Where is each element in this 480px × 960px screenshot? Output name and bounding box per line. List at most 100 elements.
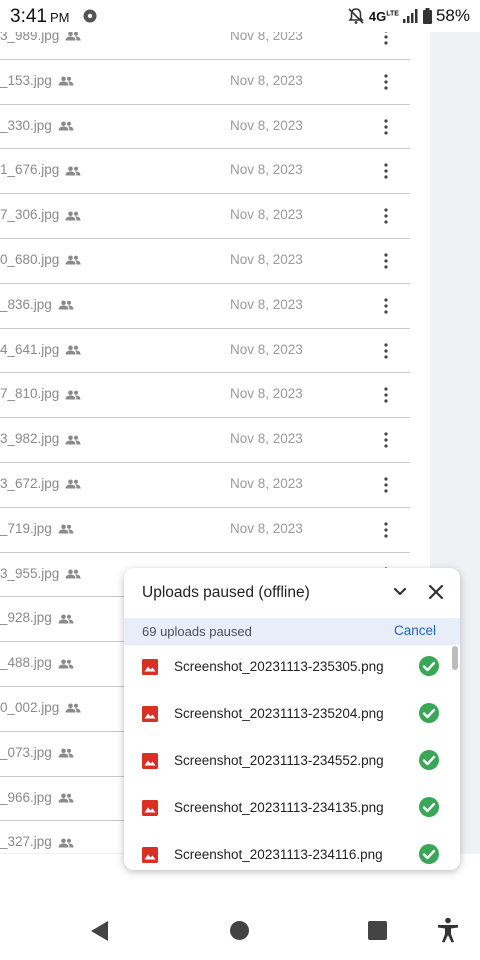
file-row[interactable]: _719.jpg Nov 8, 2023 [0,508,410,553]
upload-file-name: Screenshot_20231113-234135.png [174,800,384,815]
file-name: 4_641.jpg [0,342,81,357]
more-vert-icon[interactable] [380,430,392,450]
notifications-off-icon [348,8,364,24]
more-vert-icon[interactable] [380,161,392,181]
upload-file-name: Screenshot_20231113-235305.png [174,659,384,674]
shared-people-icon [65,390,81,400]
file-name: _153.jpg [0,73,74,88]
file-date: Nov 8, 2023 [230,476,303,491]
file-name: _488.jpg [0,655,74,670]
file-row[interactable]: 3_672.jpg Nov 8, 2023 [0,463,410,508]
file-name-text: 1_676.jpg [0,162,60,178]
more-vert-icon[interactable] [380,475,392,495]
file-name-text: 7_306.jpg [0,207,60,223]
more-vert-icon[interactable] [380,385,392,405]
network-type-sup: LTE [386,10,399,18]
file-name: _719.jpg [0,521,74,536]
upload-file-name: Screenshot_20231113-234552.png [174,753,384,768]
more-vert-icon[interactable] [380,72,392,92]
accessibility-icon[interactable] [436,917,460,943]
file-row[interactable]: 7_306.jpg Nov 8, 2023 [0,194,410,239]
file-row[interactable]: 3_982.jpg Nov 8, 2023 [0,418,410,463]
file-date: Nov 8, 2023 [230,117,303,133]
shared-people-icon [65,703,81,713]
file-name: _327.jpg [0,834,74,849]
check-circle-icon [419,750,439,770]
check-circle-icon [419,844,439,864]
upload-item[interactable]: Screenshot_20231113-235305.png [124,645,460,692]
upload-item[interactable]: Screenshot_20231113-234116.png [124,833,460,870]
file-row[interactable]: _330.jpg Nov 8, 2023 [0,105,410,150]
file-date: Nov 8, 2023 [230,341,303,357]
file-row[interactable]: 7_810.jpg Nov 8, 2023 [0,373,410,419]
file-name: 3_672.jpg [0,476,81,491]
more-vert-icon[interactable] [380,296,392,316]
file-name-text: 0_680.jpg [0,252,60,267]
file-name: 0_680.jpg [0,252,81,267]
upload-file-name: Screenshot_20231113-234116.png [174,847,383,862]
more-vert-icon[interactable] [380,251,392,271]
more-vert-icon[interactable] [380,117,392,137]
check-circle-icon [419,703,439,723]
file-name: _928.jpg [0,610,74,625]
close-icon[interactable] [426,582,446,602]
upload-status-bar: 69 uploads paused Cancel [124,618,460,645]
more-vert-icon[interactable] [380,341,392,361]
cancel-uploads-button[interactable]: Cancel [394,623,436,638]
shared-people-icon [65,435,81,445]
network-type: 4GLTE [369,9,399,24]
image-file-icon [142,706,158,722]
home-circle-icon[interactable] [230,921,249,940]
file-name-text: _073.jpg [0,744,52,760]
network-type-label: 4G [368,8,387,24]
file-row[interactable]: 4_641.jpg Nov 8, 2023 [0,329,410,374]
file-name: 7_306.jpg [0,207,81,222]
file-row[interactable]: _153.jpg Nov 8, 2023 [0,60,410,105]
file-name-text: 3_672.jpg [0,476,60,491]
back-triangle-icon[interactable] [90,920,110,942]
image-file-icon [142,800,158,816]
battery-icon [422,8,432,24]
upload-item[interactable]: Screenshot_20231113-234552.png [124,739,460,786]
file-row[interactable]: _836.jpg Nov 8, 2023 [0,284,410,329]
status-time-ampm: PM [49,10,70,25]
chevron-down-icon[interactable] [390,582,410,602]
file-date: Nov 8, 2023 [230,520,303,536]
file-date: Nov 8, 2023 [230,386,303,402]
file-date: Nov 8, 2023 [230,431,303,447]
file-name-text: _153.jpg [0,72,52,88]
status-right: 4GLTE 58% [347,6,470,26]
file-name: 0_002.jpg [0,700,81,715]
shared-people-icon [58,838,74,848]
shared-people-icon [65,211,81,221]
file-date: Nov 8, 2023 [230,72,303,88]
image-file-icon [142,659,158,675]
upload-item[interactable]: Screenshot_20231113-234135.png [124,786,460,833]
file-row[interactable]: 1_676.jpg Nov 8, 2023 [0,149,410,195]
file-name-text: 0_002.jpg [0,700,60,715]
upload-item[interactable]: Screenshot_20231113-235204.png [124,692,460,739]
image-file-icon [142,753,158,769]
shared-people-icon [65,569,81,579]
upload-panel-header: Uploads paused (offline) [124,568,460,618]
shared-people-icon [58,748,74,758]
more-vert-icon[interactable] [380,206,392,226]
file-name-text: _327.jpg [0,834,52,850]
sync-icon [83,9,97,23]
shared-people-icon [65,479,81,489]
file-name: _073.jpg [0,745,74,760]
shared-people-icon [65,345,81,355]
file-name: 3_982.jpg [0,431,81,446]
upload-count: 69 uploads paused [142,624,252,639]
file-name: 1_676.jpg [0,162,81,177]
shared-people-icon [58,76,74,86]
shared-people-icon [65,255,81,265]
recents-square-icon[interactable] [368,921,387,940]
upload-list-scrollbar[interactable] [452,646,458,670]
file-name-text: _330.jpg [0,117,52,133]
upload-list: Screenshot_20231113-235305.png Screenshot… [124,645,460,870]
more-vert-icon[interactable] [380,520,392,540]
shared-people-icon [65,166,81,176]
file-row[interactable]: 0_680.jpg Nov 8, 2023 [0,239,410,284]
shared-people-icon [58,300,74,310]
